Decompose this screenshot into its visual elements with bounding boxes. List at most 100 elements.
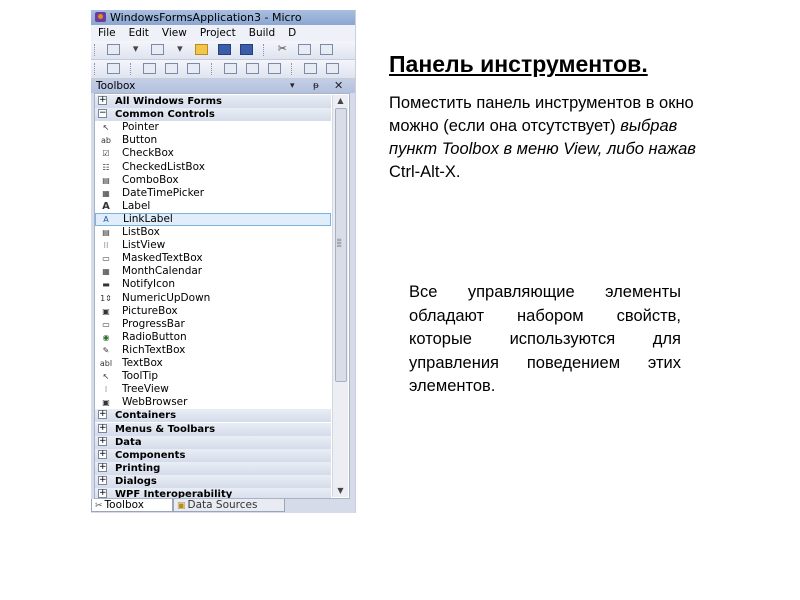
expand-icon[interactable]: + <box>98 475 107 485</box>
expand-icon[interactable]: + <box>98 423 107 433</box>
toolbox-item[interactable]: ab Button <box>95 134 331 147</box>
menu-view[interactable]: View <box>155 25 193 41</box>
toolbox-item[interactable]: ▦ DateTimePicker <box>95 187 331 200</box>
toolbox-item-label: TextBox <box>122 357 163 369</box>
toolbox-item[interactable]: ▦ MonthCalendar <box>95 265 331 278</box>
menu-file[interactable]: File <box>91 25 122 41</box>
toolbox-item-label: Label <box>122 199 151 212</box>
linklabel-icon: A <box>103 214 109 224</box>
toolbox-category[interactable]: + Containers <box>95 409 331 423</box>
toolbar-grip[interactable] <box>94 63 98 75</box>
toolbox-item[interactable]: ▭ ProgressBar <box>95 318 331 331</box>
toolbox-category[interactable]: + Printing <box>95 461 331 475</box>
toolbox-header: Toolbox ▾ ᵽ ✕ <box>91 79 355 93</box>
align-tops-icon[interactable] <box>223 63 237 74</box>
toolbox-item[interactable]: ▣ WebBrowser <box>95 396 331 409</box>
toolbox-item[interactable]: ▤ ComboBox <box>95 174 331 187</box>
toolbox-tab-icon: ✂ <box>95 501 103 511</box>
toolbox-category[interactable]: + Data <box>95 435 331 449</box>
toolbox-item[interactable]: ▬ NotifyIcon <box>95 278 331 291</box>
toolbox-item[interactable]: ▣ PictureBox <box>95 305 331 318</box>
align-lefts-icon[interactable] <box>143 63 157 74</box>
toolbox-category[interactable]: + WPF Interoperability <box>95 488 331 499</box>
copy-icon[interactable] <box>297 44 311 55</box>
bottom-tab-label: Data Sources <box>187 499 258 511</box>
scroll-down-icon[interactable]: ▼ <box>333 485 348 497</box>
toolbox-item[interactable]: A Label <box>95 200 331 213</box>
toolbox-category[interactable]: + All Windows Forms <box>95 95 331 108</box>
collapse-icon[interactable]: − <box>98 109 107 119</box>
toolbox-item[interactable]: ↖ Pointer <box>95 121 331 134</box>
toolbox-item-label: MonthCalendar <box>122 265 203 278</box>
toolbox-scrollbar[interactable]: ▲ ═ ═ ═ ▼ <box>332 95 348 497</box>
toolbox-item[interactable]: ☷ CheckedListBox <box>95 161 331 174</box>
bottom-tab-strip: ✂ Toolbox ▣ Data Sources <box>91 499 355 513</box>
save-all-icon[interactable] <box>239 44 253 55</box>
add-item-icon[interactable] <box>151 44 165 55</box>
toolbox-item-label: RichTextBox <box>122 343 186 356</box>
toolbox-item[interactable]: ☑ CheckBox <box>95 147 331 160</box>
cut-icon[interactable]: ✂ <box>276 43 289 55</box>
visual-studio-window: WindowsFormsApplication3 - Micro File Edi… <box>91 10 356 513</box>
toolbox-item-label: MaskedTextBox <box>122 252 203 265</box>
toolbox-item[interactable]: ↖ ToolTip <box>95 370 331 383</box>
make-same-width-icon[interactable] <box>304 63 318 74</box>
checkedlistbox-icon: ☷ <box>102 162 110 172</box>
window-position-icon[interactable]: ▾ <box>290 79 295 93</box>
toolbox-item[interactable]: ▤ ListBox <box>95 226 331 239</box>
toolbox-category[interactable]: + Components <box>95 448 331 462</box>
menu-project[interactable]: Project <box>193 25 242 41</box>
close-icon[interactable]: ✕ <box>334 79 343 93</box>
toolbox-item-label: RadioButton <box>122 330 187 343</box>
expand-icon[interactable]: + <box>98 449 107 459</box>
toolbox-item-label: NotifyIcon <box>122 278 175 291</box>
bottom-tab-toolbox[interactable]: ✂ Toolbox <box>91 499 173 512</box>
toolbox-item[interactable]: A LinkLabel <box>95 212 331 226</box>
align-centers-icon[interactable] <box>165 63 179 74</box>
toolbox-item-label: NumericUpDown <box>122 291 211 304</box>
expand-icon[interactable]: + <box>98 462 107 472</box>
align-middles-icon[interactable] <box>245 63 259 74</box>
scroll-up-icon[interactable]: ▲ <box>333 95 348 107</box>
toolbox-category[interactable]: + Dialogs <box>95 474 331 488</box>
toolbox-item[interactable]: 1⇕ NumericUpDown <box>95 292 331 305</box>
dropdown-arrow-icon[interactable]: ▾ <box>129 43 142 55</box>
toolbox-item[interactable]: ⁝⁝ ListView <box>95 239 331 252</box>
save-icon[interactable] <box>217 44 231 55</box>
layout-toolbar <box>91 60 355 79</box>
toolbar-separator <box>210 63 215 75</box>
picturebox-icon: ▣ <box>102 306 110 316</box>
align-rights-icon[interactable] <box>187 63 201 74</box>
toolbox-item[interactable]: ⁝ TreeView <box>95 383 331 396</box>
expand-icon[interactable]: + <box>98 436 107 446</box>
toolbox-category[interactable]: + Menus & Toolbars <box>95 422 331 436</box>
paste-icon[interactable] <box>320 44 334 55</box>
toolbox-item[interactable]: ✎ RichTextBox <box>95 344 331 357</box>
tooltip-icon: ↖ <box>102 372 110 382</box>
window-title: WindowsFormsApplication3 - Micro <box>110 11 302 24</box>
expand-icon[interactable]: + <box>98 96 107 105</box>
toolbox-category[interactable]: − Common Controls <box>95 108 331 122</box>
toolbox-category-label: WPF Interoperability <box>115 489 233 499</box>
open-folder-icon[interactable] <box>195 44 209 55</box>
menu-edit[interactable]: Edit <box>122 25 155 41</box>
toolbox-item[interactable]: ◉ RadioButton <box>95 331 331 344</box>
toolbox-item[interactable]: ▭ MaskedTextBox <box>95 252 331 265</box>
bottom-tab-data-sources[interactable]: ▣ Data Sources <box>173 499 285 512</box>
numericupdown-icon: 1⇕ <box>100 293 112 303</box>
auto-hide-pin-icon[interactable]: ᵽ <box>313 79 319 93</box>
menu-build[interactable]: Build <box>242 25 281 41</box>
expand-icon[interactable]: + <box>98 410 107 420</box>
dropdown-arrow-icon[interactable]: ▾ <box>173 43 186 55</box>
align-to-grid-icon[interactable] <box>107 63 121 74</box>
new-project-icon[interactable] <box>107 44 121 55</box>
toolbox-item-label: ToolTip <box>122 370 159 383</box>
align-bottoms-icon[interactable] <box>267 63 281 74</box>
expand-icon[interactable]: + <box>98 489 107 498</box>
menu-debug[interactable]: D <box>281 25 302 41</box>
toolbar-grip[interactable] <box>94 44 98 56</box>
textbox-icon: abl <box>99 359 113 368</box>
toolbox-item[interactable]: abl TextBox <box>95 357 331 370</box>
make-same-height-icon[interactable] <box>326 63 340 74</box>
standard-toolbar: ▾ ▾ ✂ <box>91 41 355 60</box>
